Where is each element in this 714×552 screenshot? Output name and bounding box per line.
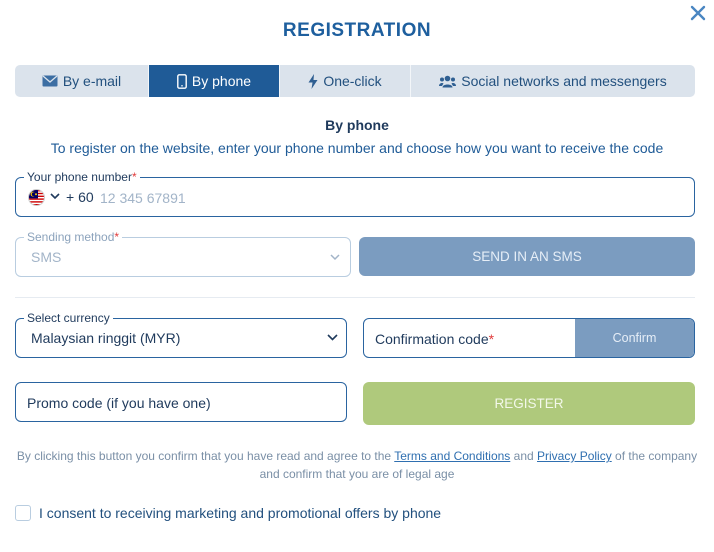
users-icon <box>439 75 457 87</box>
promo-code-placeholder: Promo code (if you have one) <box>27 395 211 411</box>
tab-by-email[interactable]: By e-mail <box>15 65 149 97</box>
consent-checkbox[interactable] <box>15 505 31 521</box>
lightning-icon <box>308 73 318 89</box>
tab-by-phone[interactable]: By phone <box>149 65 280 97</box>
close-icon[interactable] <box>688 2 708 22</box>
phone-prefix: + 60 <box>66 189 94 205</box>
privacy-policy-link[interactable]: Privacy Policy <box>537 449 612 463</box>
divider <box>15 297 695 298</box>
registration-modal: REGISTRATION By e-mail By phone One-clic… <box>0 0 714 552</box>
tab-label: One-click <box>323 73 382 89</box>
marketing-consent: I consent to receiving marketing and pro… <box>15 505 441 521</box>
modal-title: REGISTRATION <box>282 20 432 41</box>
sending-method-label: Sending method* <box>24 230 123 244</box>
tab-label: By e-mail <box>62 73 122 89</box>
phone-number-label: Your phone number* <box>24 170 140 184</box>
tab-social-networks[interactable]: Social networks and messengers <box>411 65 695 97</box>
send-sms-button[interactable]: SEND IN AN SMS <box>359 237 695 276</box>
confirmation-code-field[interactable]: Confirmation code* Confirm <box>363 318 695 358</box>
malaysia-flag-icon[interactable] <box>28 189 45 206</box>
phone-number-field[interactable]: Your phone number* + 60 <box>15 170 695 217</box>
terms-notice: By clicking this button you confirm that… <box>16 449 698 481</box>
form-description: To register on the website, enter your p… <box>50 140 664 156</box>
confirmation-code-placeholder: Confirmation code* <box>375 331 495 347</box>
form-subtitle: By phone <box>325 117 389 133</box>
terms-link[interactable]: Terms and Conditions <box>394 449 510 463</box>
confirm-button[interactable]: Confirm <box>575 319 694 357</box>
phone-input[interactable] <box>100 187 500 209</box>
currency-label: Select currency <box>24 311 113 325</box>
sending-method-value: SMS <box>31 249 62 265</box>
currency-select[interactable]: Select currency Malaysian ringgit (MYR) <box>15 311 347 358</box>
envelope-icon <box>42 75 58 87</box>
promo-code-field[interactable]: Promo code (if you have one) <box>15 382 347 422</box>
registration-tabs: By e-mail By phone One-click Social netw… <box>15 65 695 97</box>
sending-method-select[interactable]: Sending method* SMS <box>15 230 351 277</box>
tab-one-click[interactable]: One-click <box>280 65 411 97</box>
consent-label[interactable]: I consent to receiving marketing and pro… <box>39 505 441 521</box>
chevron-down-icon <box>327 334 338 341</box>
tab-label: By phone <box>191 73 252 89</box>
register-button[interactable]: REGISTER <box>363 382 695 425</box>
currency-value: Malaysian ringgit (MYR) <box>31 330 181 346</box>
chevron-down-icon[interactable] <box>50 193 60 200</box>
tab-label: Social networks and messengers <box>461 73 667 89</box>
smartphone-icon <box>177 73 187 89</box>
chevron-down-icon <box>330 254 340 261</box>
